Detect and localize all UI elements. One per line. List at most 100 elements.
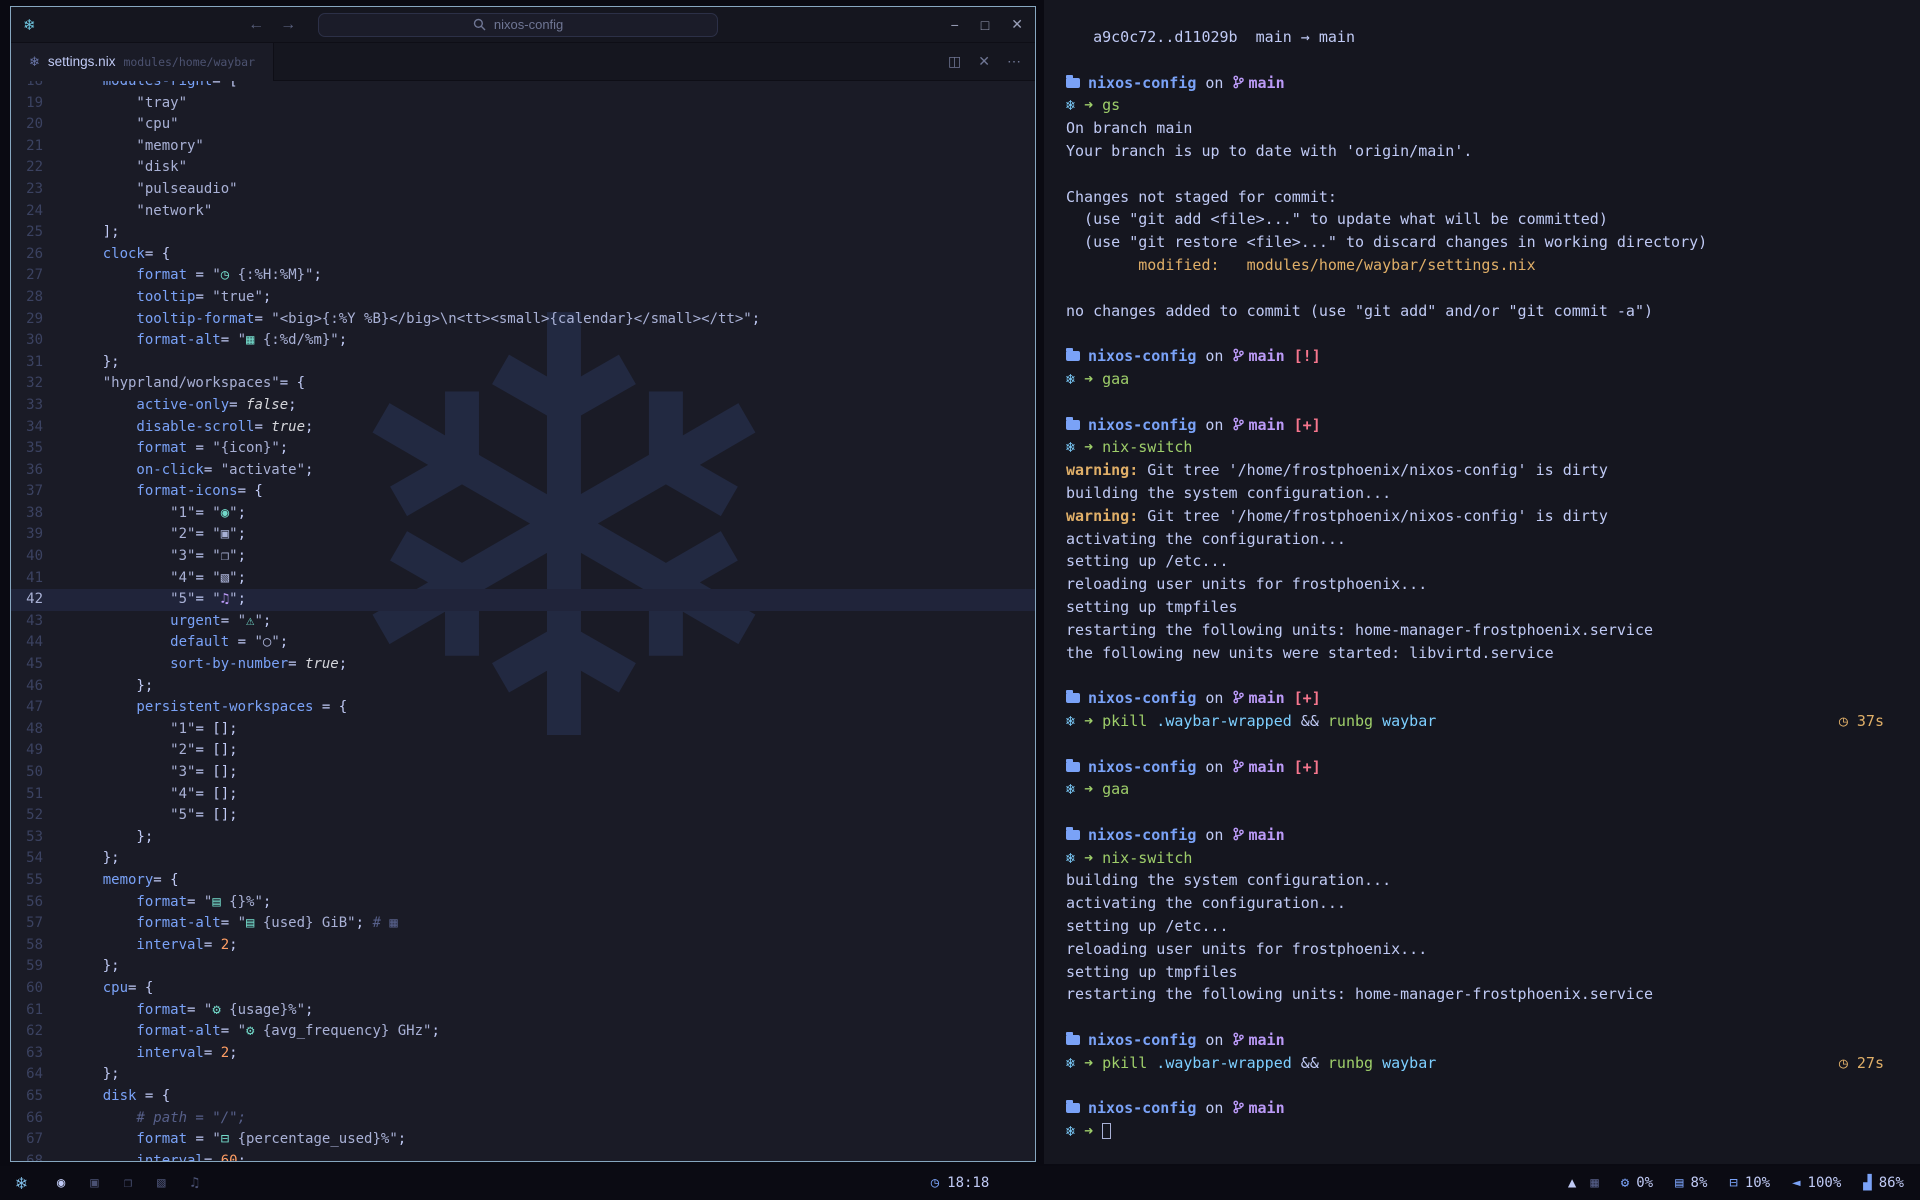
- code-line[interactable]: 46 };: [11, 676, 1035, 698]
- line-number[interactable]: 19: [11, 93, 69, 115]
- clock-module[interactable]: ◷ 18:18: [931, 1175, 990, 1191]
- line-number[interactable]: 57: [11, 913, 69, 935]
- code-line[interactable]: 62 format-alt= "⚙ {avg_frequency} GHz";: [11, 1021, 1035, 1043]
- line-number[interactable]: 68: [11, 1151, 69, 1161]
- code-line[interactable]: 61 format= "⚙ {usage}%";: [11, 1000, 1035, 1022]
- network-module[interactable]: ▟86%: [1863, 1175, 1904, 1191]
- code-line[interactable]: 67 format = "⊟ {percentage_used}%";: [11, 1129, 1035, 1151]
- terminal-window[interactable]: a9c0c72..d11029b main → mainnixos-config…: [1044, 0, 1920, 1164]
- code-line[interactable]: 43 urgent= "⚠";: [11, 611, 1035, 633]
- line-number[interactable]: 48: [11, 719, 69, 741]
- line-number[interactable]: 62: [11, 1021, 69, 1043]
- line-number[interactable]: 54: [11, 848, 69, 870]
- tray-icon[interactable]: ▲: [1568, 1175, 1576, 1191]
- line-number[interactable]: 47: [11, 697, 69, 719]
- line-number[interactable]: 40: [11, 546, 69, 568]
- line-number[interactable]: 22: [11, 157, 69, 179]
- code-line[interactable]: 41 "4"= "▧";: [11, 568, 1035, 590]
- code-line[interactable]: 35 format = "{icon}";: [11, 438, 1035, 460]
- code-line[interactable]: 23 "pulseaudio": [11, 179, 1035, 201]
- code-line[interactable]: 20 "cpu": [11, 114, 1035, 136]
- code-line[interactable]: 53 };: [11, 827, 1035, 849]
- close-button[interactable]: ✕: [1011, 16, 1023, 33]
- code-line[interactable]: 29 tooltip-format= "<big>{:%Y %B}</big>\…: [11, 309, 1035, 331]
- code-line[interactable]: 33 active-only= false;: [11, 395, 1035, 417]
- line-number[interactable]: 34: [11, 417, 69, 439]
- workspace-button-3[interactable]: ❐: [124, 1175, 132, 1191]
- code-line[interactable]: 38 "1"= "◉";: [11, 503, 1035, 525]
- line-number[interactable]: 30: [11, 330, 69, 352]
- line-number[interactable]: 25: [11, 222, 69, 244]
- code-line[interactable]: 57 format-alt= "▤ {used} GiB"; # ▦: [11, 913, 1035, 935]
- line-number[interactable]: 53: [11, 827, 69, 849]
- code-line[interactable]: 30 format-alt= "▦ {:%d/%m}";: [11, 330, 1035, 352]
- code-line[interactable]: 27 format = "◷ {:%H:%M}";: [11, 265, 1035, 287]
- code-line[interactable]: 55 memory= {: [11, 870, 1035, 892]
- code-line[interactable]: 25 ];: [11, 222, 1035, 244]
- code-line[interactable]: 26 clock= {: [11, 244, 1035, 266]
- code-line[interactable]: 58 interval= 2;: [11, 935, 1035, 957]
- close-editor-icon[interactable]: ✕: [978, 53, 990, 70]
- nixos-launcher-icon[interactable]: ❄: [16, 1173, 27, 1194]
- code-line[interactable]: 18 modules-right= [: [11, 81, 1035, 93]
- code-line[interactable]: 19 "tray": [11, 93, 1035, 115]
- line-number[interactable]: 32: [11, 373, 69, 395]
- line-number[interactable]: 52: [11, 805, 69, 827]
- forward-button[interactable]: →: [280, 16, 296, 34]
- code-line[interactable]: 48 "1"= [];: [11, 719, 1035, 741]
- workspace-button-1[interactable]: ◉: [57, 1175, 65, 1191]
- code-line[interactable]: 21 "memory": [11, 136, 1035, 158]
- code-line[interactable]: 22 "disk": [11, 157, 1035, 179]
- line-number[interactable]: 49: [11, 740, 69, 762]
- line-number[interactable]: 46: [11, 676, 69, 698]
- workspace-button-4[interactable]: ▧: [157, 1175, 165, 1191]
- code-line[interactable]: 64 };: [11, 1064, 1035, 1086]
- code-editor[interactable]: ❄ 18 modules-right= [19 "tray"20 "cpu"21…: [11, 81, 1035, 1161]
- code-line[interactable]: 63 interval= 2;: [11, 1043, 1035, 1065]
- line-number[interactable]: 38: [11, 503, 69, 525]
- minimize-button[interactable]: −: [951, 17, 959, 33]
- code-line[interactable]: 51 "4"= [];: [11, 784, 1035, 806]
- workspace-button-5[interactable]: ♫: [191, 1175, 199, 1191]
- line-number[interactable]: 43: [11, 611, 69, 633]
- line-number[interactable]: 63: [11, 1043, 69, 1065]
- line-number[interactable]: 44: [11, 632, 69, 654]
- code-line[interactable]: 50 "3"= [];: [11, 762, 1035, 784]
- tab-settings-nix[interactable]: ❄ settings.nix modules/home/waybar: [11, 43, 274, 81]
- code-line[interactable]: 59 };: [11, 956, 1035, 978]
- code-line[interactable]: 45 sort-by-number= true;: [11, 654, 1035, 676]
- cpu-module[interactable]: ⚙0%: [1621, 1175, 1653, 1191]
- disk-module[interactable]: ⊟10%: [1729, 1175, 1770, 1191]
- line-number[interactable]: 66: [11, 1108, 69, 1130]
- line-number[interactable]: 37: [11, 481, 69, 503]
- code-line[interactable]: 40 "3"= "❐";: [11, 546, 1035, 568]
- back-button[interactable]: ←: [248, 16, 264, 34]
- code-line[interactable]: 39 "2"= "▣";: [11, 524, 1035, 546]
- line-number[interactable]: 24: [11, 201, 69, 223]
- code-line[interactable]: 52 "5"= [];: [11, 805, 1035, 827]
- line-number[interactable]: 41: [11, 568, 69, 590]
- tray-icon[interactable]: ▦: [1590, 1175, 1598, 1191]
- memory-module[interactable]: ▤8%: [1675, 1175, 1707, 1191]
- code-line[interactable]: 24 "network": [11, 201, 1035, 223]
- code-line[interactable]: 32 "hyprland/workspaces"= {: [11, 373, 1035, 395]
- code-line[interactable]: 44 default = "○";: [11, 632, 1035, 654]
- line-number[interactable]: 61: [11, 1000, 69, 1022]
- line-number[interactable]: 42: [11, 589, 69, 611]
- line-number[interactable]: 21: [11, 136, 69, 158]
- line-number[interactable]: 33: [11, 395, 69, 417]
- workspace-button-2[interactable]: ▣: [90, 1175, 98, 1191]
- line-number[interactable]: 50: [11, 762, 69, 784]
- code-line[interactable]: 37 format-icons= {: [11, 481, 1035, 503]
- pulseaudio-module[interactable]: ◄100%: [1792, 1175, 1841, 1191]
- line-number[interactable]: 64: [11, 1064, 69, 1086]
- line-number[interactable]: 27: [11, 265, 69, 287]
- code-line[interactable]: 60 cpu= {: [11, 978, 1035, 1000]
- line-number[interactable]: 58: [11, 935, 69, 957]
- line-number[interactable]: 55: [11, 870, 69, 892]
- code-line[interactable]: 28 tooltip= "true";: [11, 287, 1035, 309]
- split-editor-icon[interactable]: ◫: [948, 53, 961, 70]
- line-number[interactable]: 31: [11, 352, 69, 374]
- line-number[interactable]: 67: [11, 1129, 69, 1151]
- code-line[interactable]: 54 };: [11, 848, 1035, 870]
